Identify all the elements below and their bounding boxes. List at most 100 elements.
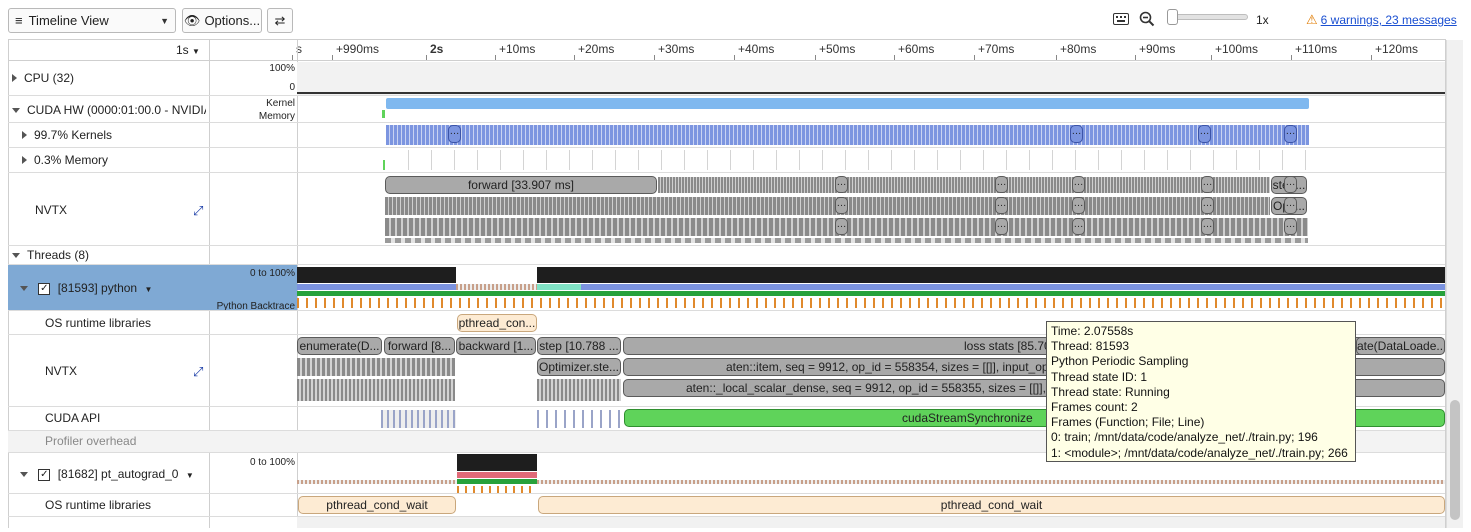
zoom-slider[interactable] [1167, 9, 1248, 25]
ruler-tick-mark [332, 55, 333, 60]
nvtx-thread-forward-range[interactable]: forward [8... [384, 337, 455, 355]
pthread-cond-wait-left[interactable]: pthread_cond_wait [298, 496, 456, 514]
options-button[interactable]: 👁 Options... [182, 8, 262, 33]
ruler-tick-mark [426, 55, 427, 60]
os-runtime-label-1: OS runtime libraries [45, 316, 152, 330]
nvtx-thread-step-text: step [10.788 ... [539, 339, 619, 353]
zoom-unit-select[interactable]: 1s ▼ [176, 43, 200, 57]
pthread-cond-range[interactable]: pthread_con... [457, 314, 537, 332]
horizontal-scrollbar[interactable] [297, 517, 1445, 528]
expand-arrows-icon[interactable]: ⤢ [193, 364, 203, 380]
view-select[interactable]: ≡ Timeline View ▼ [8, 8, 176, 33]
collapsed-kernel-marker[interactable]: … [1284, 125, 1297, 143]
ruler-tick-label: +110ms [1295, 42, 1338, 56]
ruler-tick-mark [1211, 55, 1212, 60]
autograd-state-green [457, 479, 537, 484]
collapsed-range-marker[interactable]: … [835, 218, 848, 235]
python-mint-mark [537, 284, 581, 290]
collapsed-range-marker[interactable]: … [1072, 218, 1085, 235]
vertical-scrollbar[interactable] [1446, 40, 1463, 528]
expand-icon[interactable] [22, 156, 27, 164]
threads-label: Threads (8) [27, 248, 90, 262]
collapsed-range-marker[interactable]: … [1072, 176, 1085, 193]
collapsed-range-marker[interactable]: … [1072, 197, 1085, 214]
chevron-down-icon[interactable]: ▼ [144, 285, 152, 294]
cuda-api-dense-2 [537, 410, 621, 428]
keyboard-icon[interactable] [1113, 13, 1129, 25]
swap-button[interactable]: ⇄ [267, 8, 293, 33]
python-thread-row[interactable]: ✓ [81593] python ▼ [20, 281, 152, 295]
chevron-down-icon: ▼ [160, 15, 169, 26]
ruler-tick-label: +70ms [978, 42, 1015, 56]
tooltip-sampling: Python Periodic Sampling [1051, 354, 1189, 369]
pthread-cond-text: pthread_con... [458, 316, 536, 330]
kernels-row[interactable]: 99.7% Kernels [22, 128, 112, 142]
profiler-overhead-label: Profiler overhead [45, 434, 137, 448]
kernels-track [386, 125, 1309, 145]
collapse-icon[interactable] [12, 253, 20, 259]
expand-arrows-icon[interactable]: ⤢ [193, 203, 203, 219]
threads-row[interactable]: Threads (8) [12, 248, 89, 262]
collapsed-kernel-marker[interactable]: … [1070, 125, 1083, 143]
collapsed-range-marker[interactable]: … [1284, 197, 1297, 214]
collapse-icon[interactable] [12, 108, 20, 114]
row-divider [8, 95, 1445, 96]
ruler-tick-mark [495, 55, 496, 60]
collapsed-range-marker[interactable]: … [1201, 197, 1214, 214]
pthread-cond-wait-right-text: pthread_cond_wait [940, 498, 1043, 512]
collapsed-range-marker[interactable]: … [1201, 218, 1214, 235]
collapsed-range-marker[interactable]: … [995, 218, 1008, 235]
zoom-out-icon[interactable] [1139, 11, 1155, 27]
cpu-row[interactable]: CPU (32) [12, 71, 74, 85]
ruler-tick-label: +20ms [578, 42, 615, 56]
cpu-usage-area [297, 62, 1445, 95]
view-select-label: Timeline View [28, 13, 109, 28]
autograd-thread-row[interactable]: ✓ [81682] pt_autograd_0 ▼ [20, 467, 194, 481]
python-state-green [297, 291, 1445, 296]
python-thread-scale: 0 to 100% [249, 268, 295, 279]
ruler-tick-label: +10ms [499, 42, 536, 56]
warnings-link[interactable]: ⚠ 6 warnings, 23 messages [1306, 12, 1457, 28]
collapsed-range-marker[interactable]: … [835, 197, 848, 214]
ruler-tick-mark [974, 55, 975, 60]
zoom-slider-handle[interactable] [1167, 9, 1178, 25]
nvtx-backward-range[interactable]: backward [1... [456, 337, 536, 355]
collapsed-kernel-marker[interactable]: … [1198, 125, 1211, 143]
collapsed-range-marker[interactable]: … [835, 176, 848, 193]
nvtx-forward-range[interactable]: forward [33.907 ms] [385, 176, 657, 194]
row-divider [8, 245, 1445, 246]
collapsed-range-marker[interactable]: … [1284, 218, 1297, 235]
memory-row[interactable]: 0.3% Memory [22, 153, 108, 167]
ruler-tick-mark [1371, 55, 1372, 60]
collapsed-range-marker[interactable]: … [995, 197, 1008, 214]
autograd-thread-checkbox[interactable]: ✓ [38, 468, 51, 481]
vertical-scrollbar-thumb[interactable] [1450, 400, 1460, 520]
nvtx-optimizer-range[interactable]: Optimizer.ste... [537, 358, 621, 376]
chevron-down-icon[interactable]: ▼ [186, 471, 194, 480]
cuda-hw-memory-mark [382, 110, 385, 118]
ruler-tick-label: +120ms [1375, 42, 1419, 56]
expand-icon[interactable] [12, 74, 17, 82]
cuda-hw-label: CUDA HW (0000:01:00.0 - NVIDIA GeForce [27, 103, 206, 117]
ruler-tick-label: +40ms [738, 42, 775, 56]
cuda-hw-row[interactable]: CUDA HW (0000:01:00.0 - NVIDIA GeForce [12, 103, 206, 117]
python-thread-checkbox[interactable]: ✓ [38, 282, 51, 295]
collapsed-range-marker[interactable]: … [1284, 176, 1297, 193]
nvtx-thread-step-range[interactable]: step [10.788 ... [537, 337, 621, 355]
collapse-icon[interactable] [20, 286, 28, 292]
collapsed-range-marker[interactable]: … [1201, 176, 1214, 193]
collapse-icon[interactable] [20, 472, 28, 478]
ruler-tick-mark [1056, 55, 1057, 60]
cuda-api-label: CUDA API [45, 411, 101, 425]
expand-icon[interactable] [22, 131, 27, 139]
cuda-api-dense-1 [381, 410, 456, 428]
autograd-state-red [457, 472, 537, 478]
row-divider [8, 493, 1445, 494]
pthread-cond-wait-right[interactable]: pthread_cond_wait [538, 496, 1445, 514]
nvtx-dataloader-range[interactable]: ate(DataLoade... [1356, 337, 1445, 355]
collapsed-range-marker[interactable]: … [995, 176, 1008, 193]
memory-tag: Memory [258, 111, 295, 122]
nvtx-enumerate-range[interactable]: enumerate(D... [297, 337, 382, 355]
chevron-down-icon: ▼ [192, 47, 200, 56]
collapsed-kernel-marker[interactable]: … [448, 125, 461, 143]
